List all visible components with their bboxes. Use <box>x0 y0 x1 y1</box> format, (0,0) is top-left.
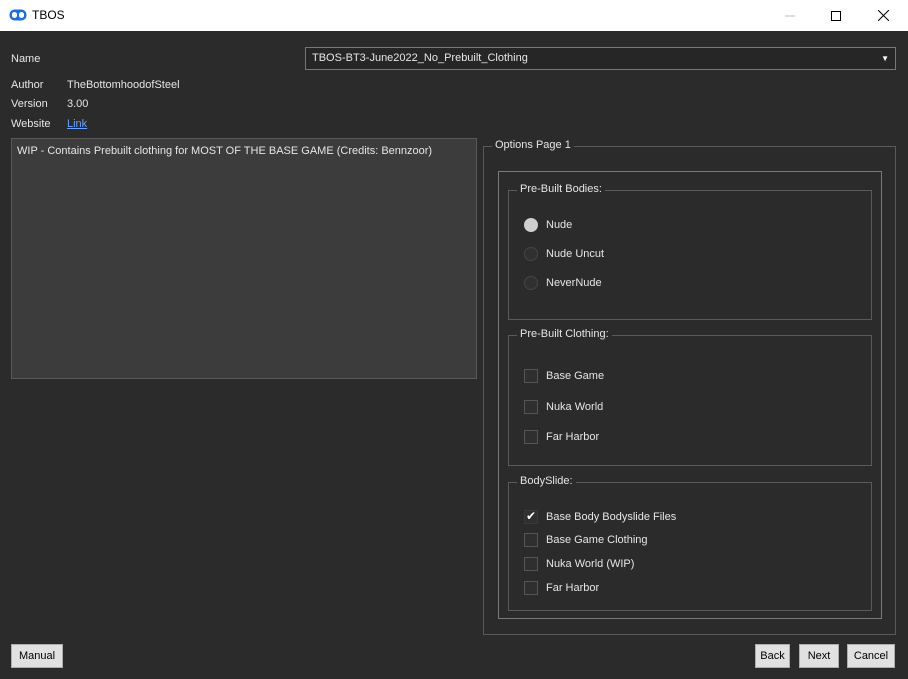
option-nude[interactable]: Nude <box>524 217 572 233</box>
close-button[interactable] <box>860 0 906 31</box>
version-value: 3.00 <box>67 98 89 110</box>
maximize-icon <box>831 10 841 21</box>
group-title-pre-built-clothing: Pre-Built Clothing: <box>517 328 612 340</box>
radio-nevernude[interactable] <box>524 276 538 290</box>
website-label: Website <box>11 118 51 130</box>
back-button[interactable]: Back <box>755 644 790 668</box>
checkbox-far-harbor[interactable] <box>524 430 538 444</box>
author-value: TheBottomhoodofSteel <box>67 79 180 91</box>
option-nuka-world[interactable]: Nuka World <box>524 399 603 415</box>
chevron-down-icon: ▼ <box>881 54 889 63</box>
radio-nude[interactable] <box>524 218 538 232</box>
group-pre-built-clothing: Pre-Built Clothing: Base Game Nuka World… <box>508 328 872 466</box>
option-base-game[interactable]: Base Game <box>524 368 604 384</box>
option-far-harbor[interactable]: Far Harbor <box>524 429 599 445</box>
options-inner-panel: Pre-Built Bodies: Nude Nude Uncut NeverN… <box>498 171 882 619</box>
option-base-body-bodyslide-files[interactable]: ✔ Base Body Bodyslide Files <box>524 509 676 525</box>
minimize-icon <box>785 15 795 16</box>
radio-nude-uncut[interactable] <box>524 247 538 261</box>
close-icon <box>877 10 889 21</box>
author-label: Author <box>11 79 44 91</box>
checkbox-base-game[interactable] <box>524 369 538 383</box>
manual-button[interactable]: Manual <box>11 644 63 668</box>
option-nude-uncut[interactable]: Nude Uncut <box>524 246 604 262</box>
maximize-button[interactable] <box>813 0 859 31</box>
description-box[interactable]: WIP - Contains Prebuilt clothing for MOS… <box>11 138 477 379</box>
group-title-pre-built-bodies: Pre-Built Bodies: <box>517 183 605 195</box>
option-base-game-clothing[interactable]: Base Game Clothing <box>524 532 648 548</box>
checkbox-far-harbor-bodyslide[interactable] <box>524 581 538 595</box>
option-far-harbor-bodyslide[interactable]: Far Harbor <box>524 580 599 596</box>
version-label: Version <box>11 98 48 110</box>
options-page-title: Options Page 1 <box>492 139 574 151</box>
description-text: WIP - Contains Prebuilt clothing for MOS… <box>17 145 433 157</box>
cancel-button[interactable]: Cancel <box>847 644 895 668</box>
tbos-logo-icon <box>9 9 27 21</box>
options-page-group: Options Page 1 Pre-Built Bodies: Nude Nu… <box>483 139 896 635</box>
name-dropdown[interactable]: TBOS-BT3-June2022_No_Prebuilt_Clothing ▼ <box>305 47 896 70</box>
group-bodyslide: BodySlide: ✔ Base Body Bodyslide Files B… <box>508 475 872 611</box>
window-title: TBOS <box>32 8 65 22</box>
checkbox-nuka-world[interactable] <box>524 400 538 414</box>
next-button[interactable]: Next <box>799 644 839 668</box>
option-nuka-world-wip[interactable]: Nuka World (WIP) <box>524 556 634 572</box>
checkbox-base-game-clothing[interactable] <box>524 533 538 547</box>
name-dropdown-value: TBOS-BT3-June2022_No_Prebuilt_Clothing <box>312 52 528 64</box>
minimize-button[interactable] <box>767 0 813 31</box>
group-title-bodyslide: BodySlide: <box>517 475 576 487</box>
checkbox-base-body-bodyslide-files[interactable]: ✔ <box>524 509 538 524</box>
checkbox-nuka-world-wip[interactable] <box>524 557 538 571</box>
name-label: Name <box>11 53 41 65</box>
website-link[interactable]: Link <box>67 118 87 130</box>
title-bar: TBOS <box>0 0 908 31</box>
checkmark-icon: ✔ <box>526 509 537 523</box>
group-pre-built-bodies: Pre-Built Bodies: Nude Nude Uncut NeverN… <box>508 183 872 320</box>
option-nevernude[interactable]: NeverNude <box>524 275 602 291</box>
